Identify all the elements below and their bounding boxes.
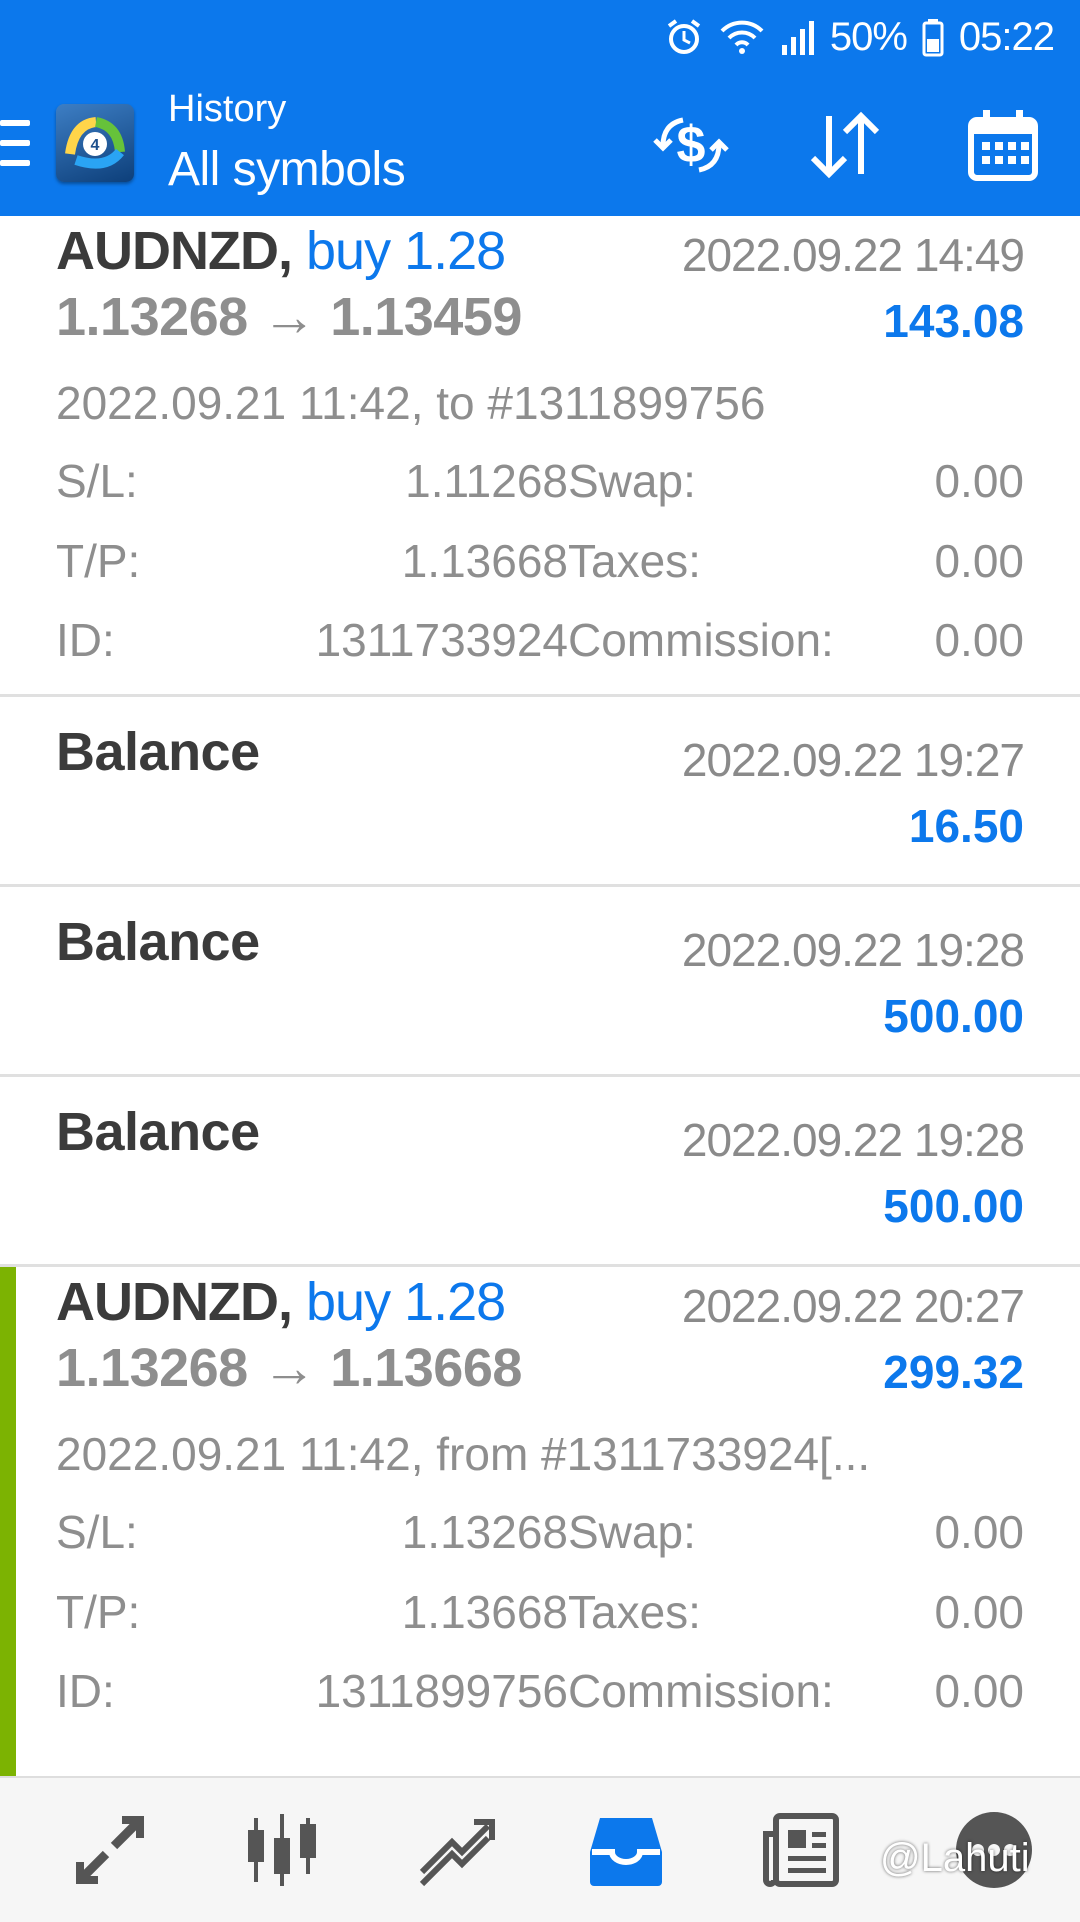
deal-symbol: AUDNZD, buy 1.28	[56, 221, 506, 281]
currency-exchange-icon[interactable]: $	[646, 100, 736, 190]
taxes-label: Taxes:	[568, 1586, 701, 1638]
deal-row-tp-taxes: T/P: 1.13668 Taxes: 0.00	[56, 534, 1024, 594]
deal-open-info: 2022.09.21 11:42, to #1311899756	[56, 377, 766, 429]
metatrader-logo: 4	[56, 104, 134, 182]
balance-label: Balance	[56, 912, 260, 972]
balance-label: Balance	[56, 1102, 260, 1162]
sl-value: 1.13268	[401, 1506, 568, 1558]
deal-row-sl-swap: S/L: 1.13268 Swap: 0.00	[56, 1505, 1024, 1565]
id-label: ID:	[56, 614, 115, 666]
deal-row-id-commission: ID: 1311733924 Commission: 0.00	[56, 613, 1024, 673]
id-label: ID:	[56, 1665, 115, 1717]
deal-row-id-commission: ID: 1311899756 Commission: 0.00	[56, 1664, 1024, 1724]
menu-icon[interactable]	[0, 120, 30, 166]
balance-amount: 500.00	[883, 990, 1024, 1042]
taxes-value: 0.00	[934, 1586, 1024, 1638]
taxes-value: 0.00	[934, 535, 1024, 587]
commission-label: Commission:	[568, 1665, 834, 1717]
deal-row-sl-swap: S/L: 1.11268 Swap: 0.00	[56, 454, 1024, 514]
history-balance-item[interactable]: Balance 2022.09.22 19:28 500.00	[0, 887, 1080, 1077]
swap-label: Swap:	[568, 1506, 696, 1558]
news-icon[interactable]	[750, 1800, 850, 1900]
watermark: @Lahuti	[880, 1836, 1030, 1880]
history-deal-item-selected[interactable]: AUDNZD, buy 1.28 1.13268 → 1.13668 2022.…	[0, 1267, 1080, 1825]
balance-time: 2022.09.22 19:28	[681, 1114, 1025, 1166]
balance-amount: 500.00	[883, 1180, 1024, 1232]
deal-profit: 299.32	[883, 1346, 1024, 1398]
chart-icon[interactable]	[232, 1800, 332, 1900]
deal-prices: 1.13268 → 1.13668	[56, 1338, 522, 1398]
selection-indicator	[0, 1267, 16, 1822]
history-icon[interactable]	[576, 1800, 676, 1900]
sl-label: S/L:	[56, 455, 138, 507]
sort-icon[interactable]	[800, 100, 890, 190]
deal-symbol: AUDNZD, buy 1.28	[56, 1272, 506, 1332]
svg-text:$: $	[677, 116, 706, 174]
clock: 05:22	[958, 14, 1055, 59]
history-list[interactable]: AUDNZD, buy 1.28 1.13268 → 1.13459 2022.…	[0, 216, 1080, 1825]
signal-icon	[780, 17, 816, 57]
deal-profit: 143.08	[883, 295, 1024, 347]
balance-time: 2022.09.22 19:28	[681, 924, 1025, 976]
sl-label: S/L:	[56, 1506, 138, 1558]
taxes-label: Taxes:	[568, 535, 701, 587]
calendar-icon[interactable]	[958, 100, 1048, 190]
quotes-icon[interactable]	[60, 1800, 160, 1900]
deal-operation: buy 1.28	[306, 221, 506, 281]
deal-prices: 1.13268 → 1.13459	[56, 287, 522, 347]
deal-time: 2022.09.22 20:27	[681, 1280, 1025, 1332]
deal-operation: buy 1.28	[306, 1272, 506, 1332]
tp-label: T/P:	[56, 1586, 141, 1638]
sl-value: 1.11268	[405, 455, 568, 507]
status-bar: 50% 05:22	[664, 12, 1055, 62]
id-value: 1311733924	[315, 614, 568, 666]
deal-row-tp-taxes: T/P: 1.13668 Taxes: 0.00	[56, 1585, 1024, 1645]
commission-value: 0.00	[934, 614, 1024, 666]
swap-value: 0.00	[934, 455, 1024, 507]
history-deal-item[interactable]: AUDNZD, buy 1.28 1.13268 → 1.13459 2022.…	[0, 216, 1080, 697]
swap-value: 0.00	[934, 1506, 1024, 1558]
balance-amount: 16.50	[908, 800, 1024, 852]
battery-icon	[921, 17, 945, 57]
commission-value: 0.00	[934, 1665, 1024, 1717]
swap-label: Swap:	[568, 455, 696, 507]
balance-time: 2022.09.22 19:27	[681, 734, 1025, 786]
history-balance-item[interactable]: Balance 2022.09.22 19:28 500.00	[0, 1077, 1080, 1267]
battery-percent: 50%	[829, 14, 908, 59]
id-value: 1311899756	[315, 1665, 568, 1717]
deal-time: 2022.09.22 14:49	[681, 229, 1025, 281]
balance-label: Balance	[56, 722, 260, 782]
wifi-icon	[718, 17, 766, 57]
tp-label: T/P:	[56, 535, 141, 587]
symbol-filter-title[interactable]: All symbols	[168, 142, 406, 197]
screen-subtitle: History	[168, 88, 287, 130]
tp-value: 1.13668	[401, 1586, 568, 1638]
commission-label: Commission:	[568, 614, 834, 666]
history-balance-item[interactable]: Balance 2022.09.22 19:27 16.50	[0, 697, 1080, 887]
deal-open-info: 2022.09.21 11:42, from #1311733924[...	[56, 1428, 871, 1480]
app-header: 50% 05:22 4 History All symbols $	[0, 0, 1080, 216]
svg-text:4: 4	[91, 137, 100, 154]
alarm-icon	[664, 17, 704, 57]
trade-icon[interactable]	[406, 1800, 506, 1900]
tp-value: 1.13668	[401, 535, 568, 587]
